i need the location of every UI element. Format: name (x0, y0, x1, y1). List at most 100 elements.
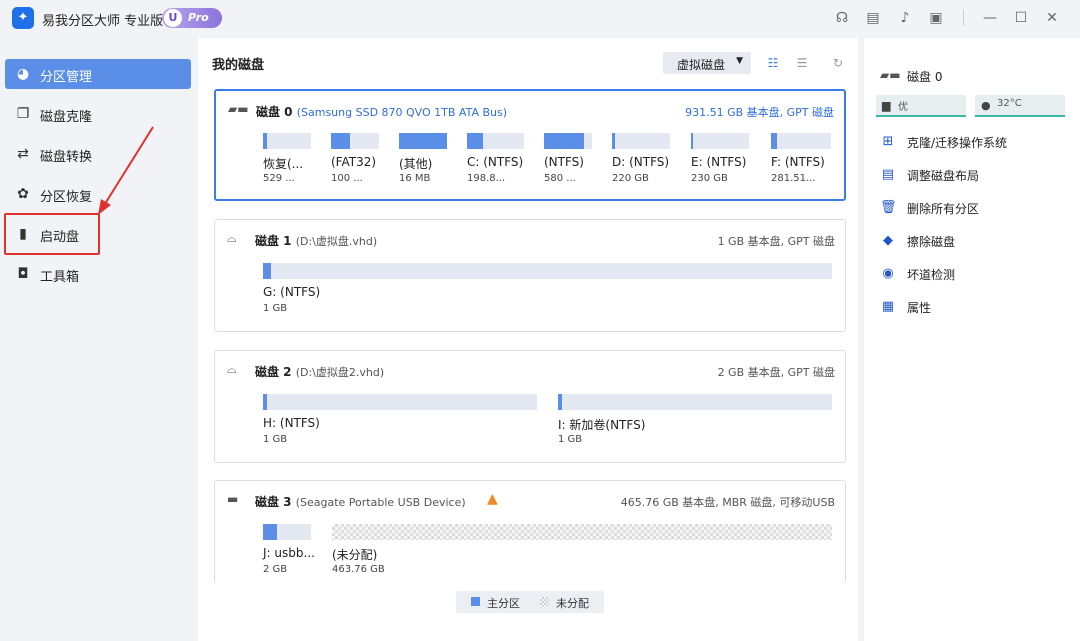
disk-name: 磁盘 2 (D:\虚拟盘2.vhd) (255, 365, 385, 379)
partition-usage (771, 133, 777, 149)
disk-size: 465.76 GB 基本盘, MBR 磁盘, 可移动USB (620, 496, 835, 509)
close-icon[interactable]: ✕ (1043, 9, 1061, 27)
pie-chart-icon: ◕ (16, 66, 30, 82)
minimize-icon[interactable]: — (981, 9, 999, 27)
disk-card-2[interactable]: ⌓ 磁盘 2 (D:\虚拟盘2.vhd) 2 GB 基本盘, GPT 磁盘 H:… (214, 350, 846, 463)
sidebar-item-label: 工具箱 (40, 270, 80, 285)
app-logo-icon: ✦ (12, 7, 34, 29)
pro-badge[interactable]: U Pro (162, 8, 222, 28)
right-panel: ▰▬ 磁盘 0 ▆ 优 ● 32°C ⊞ 克隆/迁移操作系统 ▤ 调整磁盘布局 … (864, 38, 1080, 641)
disk-name: 磁盘 0 (Samsung SSD 870 QVO 1TB ATA Bus) (256, 105, 508, 119)
list-view-icon[interactable]: ☰ (794, 55, 810, 71)
op-delete-all-partitions[interactable]: 🗑 删除所有分区 (880, 197, 1070, 219)
disk-size: 1 GB 基本盘, GPT 磁盘 (717, 235, 835, 248)
thermometer-icon: ● (981, 99, 991, 112)
sidebar-item-label: 分区管理 (40, 70, 93, 85)
recover-icon: ✿ (17, 186, 29, 202)
sidebar-item-label: 磁盘克隆 (40, 110, 93, 125)
tree-view-icon[interactable]: ☷ (765, 55, 781, 71)
headset-icon[interactable]: ☊ (833, 9, 851, 27)
sidebar-item-label: 磁盘转换 (40, 150, 93, 165)
disk-card-1[interactable]: ⌓ 磁盘 1 (D:\虚拟盘.vhd) 1 GB 基本盘, GPT 磁盘 G: … (214, 219, 846, 332)
partition[interactable]: J: usbb... 2 GB (263, 524, 315, 580)
toolbox-icon: ◘ (17, 266, 29, 282)
sidebar-item-partition-manager[interactable]: ◕ 分区管理 (5, 59, 191, 89)
warning-icon: ▲ (487, 491, 498, 507)
primary-swatch (471, 597, 480, 606)
disk-name: 磁盘 1 (D:\虚拟盘.vhd) (255, 234, 378, 248)
virtual-disk-label: 虚拟磁盘 (677, 58, 726, 72)
titlebar-separator (963, 10, 964, 26)
layout-icon: ▤ (881, 167, 895, 182)
partition-usage (467, 133, 483, 149)
external-disk-icon: ▬ (227, 492, 239, 506)
main-panel: 我的磁盘 虚拟磁盘 ▼ ☷ ☰ ↻ ▰▬ 磁盘 0 (Samsung SSD 8… (198, 38, 858, 641)
legend: 主分区 未分配 (456, 591, 604, 613)
partition-usage (263, 263, 271, 279)
temperature-status: ● 32°C (975, 95, 1065, 117)
sidebar-item-toolbox[interactable]: ◘ 工具箱 (5, 259, 191, 289)
op-bad-sector-scan[interactable]: ◉ 坏道检测 (880, 263, 1070, 285)
op-clone-migrate-os[interactable]: ⊞ 克隆/迁移操作系统 (880, 131, 1070, 153)
title-bar: ✦ 易我分区大师 专业版 U Pro ☊ ▤ ♪ ▣ — ☐ ✕ (0, 0, 1080, 38)
partition[interactable]: H: (NTFS) 1 GB (263, 394, 537, 450)
virtual-disk-dropdown[interactable]: 虚拟磁盘 ▼ (663, 52, 751, 74)
ssd-icon: ▰▬ (880, 68, 901, 82)
note-icon[interactable]: ▤ (864, 9, 882, 27)
copy-icon: ❐ (16, 106, 30, 122)
convert-icon: ⇄ (17, 146, 29, 162)
eraser-icon: ◆ (883, 233, 893, 248)
partition-usage (544, 133, 585, 149)
legend-primary: 主分区 (487, 597, 520, 610)
sidebar-item-label: 分区恢复 (40, 190, 93, 205)
disk-name: 磁盘 3 (Seagate Portable USB Device) (255, 495, 466, 509)
bell-icon[interactable]: ♪ (896, 9, 914, 27)
legend-unallocated: 未分配 (556, 597, 589, 610)
trash-icon: 🗑 (880, 200, 897, 215)
partition-usage (263, 133, 267, 149)
op-properties[interactable]: ▦ 属性 (880, 296, 1070, 318)
pro-u-label: U (164, 9, 182, 27)
refresh-icon[interactable]: ↻ (830, 55, 846, 71)
partition[interactable]: G: (NTFS) 1 GB (263, 263, 832, 319)
health-status: ▆ 优 (876, 95, 966, 117)
partition[interactable]: 恢复(... 529 ... (263, 133, 311, 189)
pro-label: Pro (188, 11, 209, 24)
partition[interactable]: F: (NTFS) 281.51... (771, 133, 831, 189)
disk-size: 2 GB 基本盘, GPT 磁盘 (717, 366, 835, 379)
ssd-icon: ▰▬ (228, 102, 249, 116)
partition-usage (399, 133, 447, 149)
scan-icon: ◉ (882, 266, 894, 281)
disk-card-0[interactable]: ▰▬ 磁盘 0 (Samsung SSD 870 QVO 1TB ATA Bus… (214, 89, 846, 201)
partition[interactable]: (FAT32) 100 ... (331, 133, 379, 189)
partition[interactable]: (其他) 16 MB (399, 133, 447, 189)
partition[interactable]: D: (NTFS) 220 GB (612, 133, 670, 189)
unallocated-space[interactable]: (未分配) 463.76 GB (332, 524, 832, 580)
partition[interactable]: E: (NTFS) 230 GB (691, 133, 749, 189)
disk-size: 931.51 GB 基本盘, GPT 磁盘 (685, 106, 834, 119)
annotation-highlight-box (4, 213, 100, 255)
partition[interactable]: C: (NTFS) 198.8... (467, 133, 524, 189)
partition[interactable]: (NTFS) 580 ... (544, 133, 592, 189)
maximize-icon[interactable]: ☐ (1012, 9, 1030, 27)
partition-usage (263, 394, 267, 410)
minimize-to-tray-icon[interactable]: ▣ (927, 9, 945, 27)
partition-usage (558, 394, 562, 410)
annotation-arrow-icon (98, 126, 154, 215)
selected-disk-title: 磁盘 0 (907, 70, 943, 84)
partition-usage (331, 133, 351, 149)
page-title: 我的磁盘 (212, 58, 265, 73)
properties-icon: ▦ (881, 299, 895, 314)
op-wipe-disk[interactable]: ◆ 擦除磁盘 (880, 230, 1070, 252)
windows-icon: ⊞ (882, 134, 894, 149)
disk-health-icon: ▆ (882, 99, 891, 112)
app-title: 易我分区大师 专业版 (42, 14, 164, 29)
virtual-disk-icon: ⌓ (227, 362, 237, 376)
op-adjust-disk-layout[interactable]: ▤ 调整磁盘布局 (880, 164, 1070, 186)
partition[interactable]: I: 新加卷(NTFS) 1 GB (558, 394, 832, 450)
partition-usage (263, 524, 278, 540)
disk-card-3[interactable]: ▬ 磁盘 3 (Seagate Portable USB Device) ▲ 4… (214, 480, 846, 584)
partition-usage (612, 133, 615, 149)
partition-usage (691, 133, 694, 149)
virtual-disk-icon: ⌓ (227, 231, 237, 245)
